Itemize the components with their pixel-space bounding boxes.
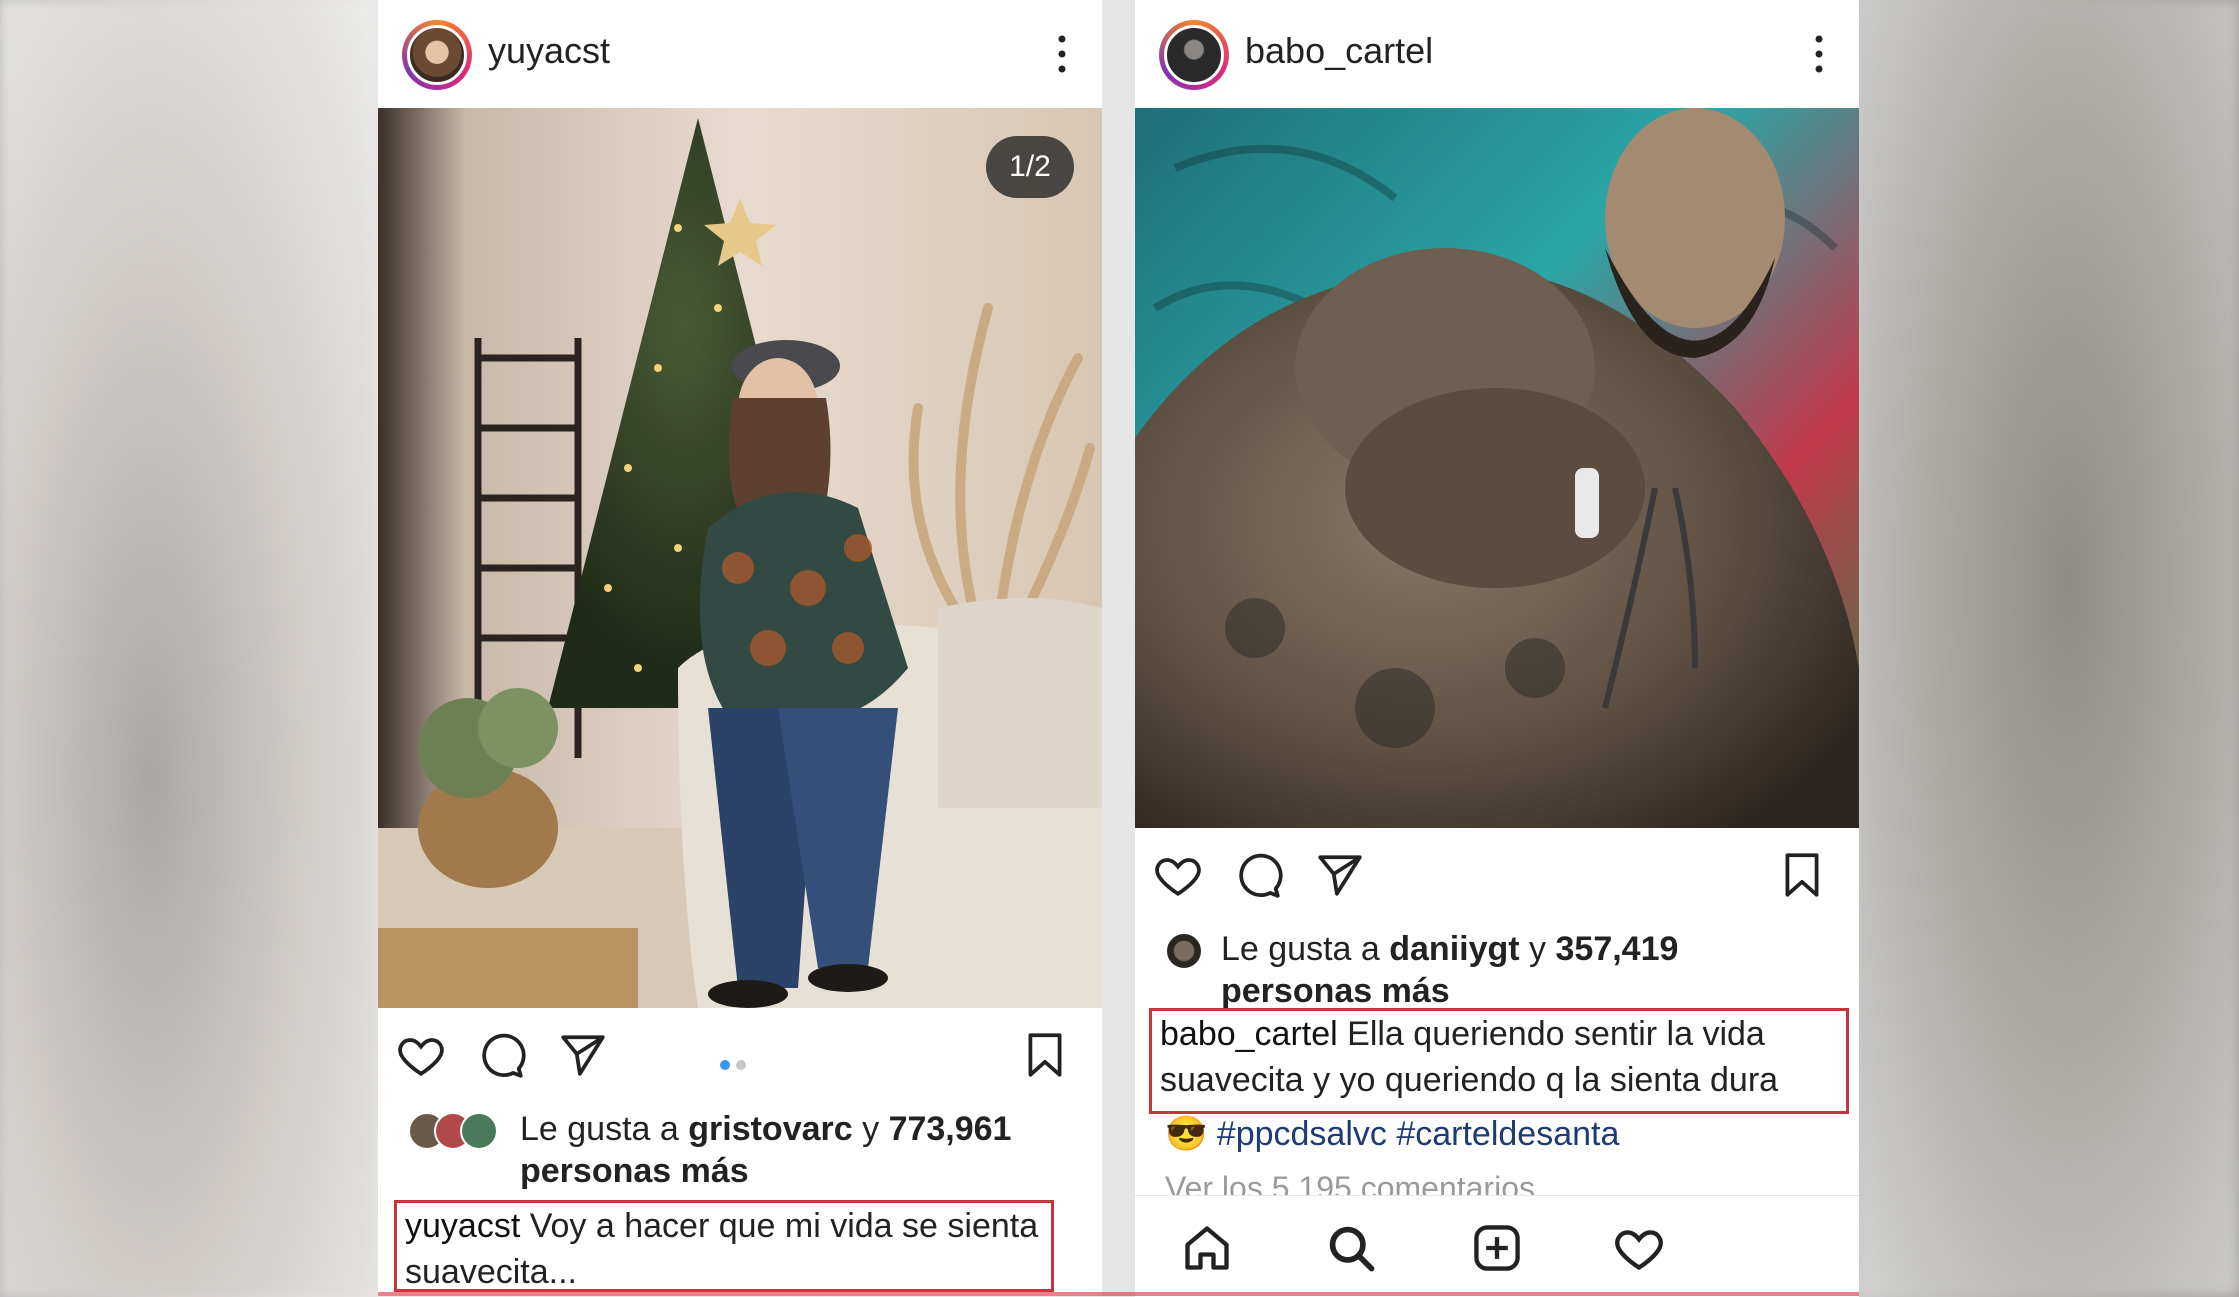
bookmark-icon[interactable]	[1020, 1030, 1070, 1080]
heart-icon[interactable]	[1153, 850, 1203, 900]
post-username[interactable]: babo_cartel	[1245, 30, 1433, 72]
likes-prefix: Le gusta a	[520, 1110, 679, 1148]
heart-icon[interactable]	[1613, 1222, 1665, 1274]
avatar[interactable]	[1159, 20, 1229, 90]
share-icon[interactable]	[558, 1030, 608, 1080]
comment-icon[interactable]	[476, 1030, 526, 1080]
heart-icon[interactable]	[396, 1030, 446, 1080]
caption-username[interactable]: yuyacst	[405, 1207, 520, 1245]
avatar[interactable]	[402, 20, 472, 90]
share-icon[interactable]	[1315, 850, 1365, 900]
instagram-post-yuyacst: yuyacst 1/2 Le gusta a gristovarc y 773,…	[378, 0, 1102, 1296]
caption-highlight-box: yuyacst Voy a hacer que mi vida se sient…	[394, 1200, 1054, 1292]
sunglasses-emoji: 😎	[1165, 1115, 1208, 1153]
likes-connector: y	[1529, 930, 1547, 968]
post-photo[interactable]	[1135, 108, 1859, 828]
add-icon[interactable]	[1471, 1222, 1523, 1274]
photo-tattooed-man	[1135, 108, 1859, 828]
blurred-background-left	[0, 0, 378, 1296]
more-icon[interactable]	[1815, 34, 1823, 74]
hashtags-line: 😎 #ppcdsalvc #carteldesanta	[1165, 1114, 1619, 1154]
caption-username[interactable]: babo_cartel	[1160, 1015, 1338, 1053]
post-photo[interactable]: 1/2	[378, 108, 1102, 1008]
carousel-counter: 1/2	[986, 136, 1074, 198]
bookmark-icon[interactable]	[1777, 850, 1827, 900]
more-icon[interactable]	[1058, 34, 1066, 74]
post-header: yuyacst	[378, 0, 1102, 108]
likes-count[interactable]: 357,419	[1556, 930, 1679, 968]
likes-connector: y	[862, 1110, 880, 1148]
home-icon[interactable]	[1181, 1222, 1233, 1274]
bottom-nav-bar	[1135, 1195, 1859, 1297]
instagram-post-babo-cartel: babo_cartel Le gusta a daniiygt y 357,41…	[1135, 0, 1859, 1297]
search-icon[interactable]	[1325, 1222, 1377, 1274]
post-username[interactable]: yuyacst	[488, 30, 610, 72]
likes-count[interactable]: 773,961	[889, 1110, 1012, 1148]
carousel-indicator	[720, 1060, 754, 1072]
likes-prefix: Le gusta a	[1221, 930, 1380, 968]
post-actions	[378, 1018, 1102, 1098]
photo-woman-christmas-tree	[378, 108, 1102, 1008]
blurred-background-right	[1859, 0, 2239, 1296]
caption-highlight-box: babo_cartel Ella queriendo sentir la vid…	[1149, 1008, 1849, 1114]
liker-username[interactable]: daniiygt	[1389, 930, 1519, 968]
carousel-dot	[736, 1060, 746, 1070]
likes-suffix[interactable]: personas más	[1221, 970, 1450, 1012]
liker-avatars	[408, 1112, 512, 1152]
accent-line	[378, 1292, 1859, 1296]
comment-icon[interactable]	[1233, 850, 1283, 900]
post-header: babo_cartel	[1135, 0, 1859, 108]
post-actions	[1135, 838, 1859, 918]
likes-suffix[interactable]: personas más	[520, 1150, 749, 1192]
hashtag-links[interactable]: #ppcdsalvc #carteldesanta	[1217, 1115, 1620, 1153]
carousel-dot-active	[720, 1060, 730, 1070]
liker-username[interactable]: gristovarc	[688, 1110, 852, 1148]
